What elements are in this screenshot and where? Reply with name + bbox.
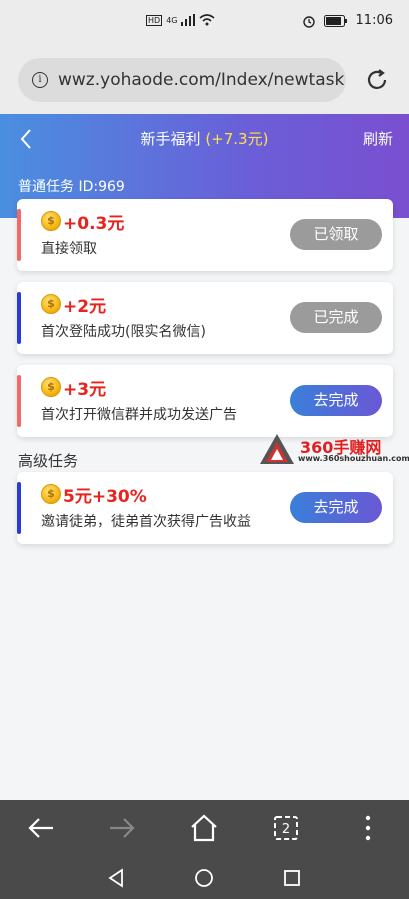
task-card: $ +3元 首次打开微信群并成功发送广告 去完成	[17, 365, 393, 437]
title-text: 新手福利	[140, 130, 201, 148]
task-button[interactable]: 已完成	[290, 302, 382, 333]
task-card: $ 5元+30% 邀请徒弟，徒弟首次获得广告收益 去完成	[17, 472, 393, 544]
title-bonus: (+7.3元)	[205, 130, 269, 148]
system-nav	[0, 856, 409, 899]
task-button[interactable]: 去完成	[290, 385, 382, 416]
coin-icon: $	[41, 484, 61, 504]
browser-bottom-nav: 2	[0, 800, 409, 856]
network-label: 4G	[166, 15, 178, 25]
coin-icon: $	[41, 211, 61, 231]
tabs-icon[interactable]: 2	[270, 812, 302, 844]
system-recents-icon[interactable]	[280, 866, 304, 890]
task-desc: 直接领取	[41, 241, 97, 257]
address-bar[interactable]: i wwz.yohaode.com/Index/newtask	[18, 58, 346, 102]
battery-icon	[323, 14, 347, 27]
wifi-icon	[199, 14, 216, 26]
coin-icon: $	[41, 294, 61, 314]
task-reward: 5元+30%	[63, 487, 147, 507]
home-icon[interactable]	[188, 812, 220, 844]
signal-icon	[181, 14, 196, 26]
task-stripe	[17, 482, 21, 534]
watermark-logo-icon	[260, 434, 294, 464]
nav-forward-icon[interactable]	[106, 812, 138, 844]
task-desc: 首次登陆成功(限实名微信)	[41, 324, 206, 340]
refresh-link[interactable]: 刷新	[363, 128, 393, 149]
status-bar: HD 4G 11:06	[0, 0, 409, 44]
task-reward: +3元	[63, 380, 107, 400]
section-title-advanced: 高级任务	[18, 452, 79, 470]
hd-badge: HD	[146, 14, 163, 26]
status-icons-right: 11:06	[302, 13, 393, 28]
system-back-icon[interactable]	[104, 866, 128, 890]
task-desc: 首次打开微信群并成功发送广告	[41, 407, 237, 423]
refresh-icon[interactable]	[365, 68, 389, 92]
task-button[interactable]: 去完成	[290, 492, 382, 523]
task-reward: +0.3元	[63, 214, 125, 234]
section-title-normal: 普通任务 ID:969	[18, 179, 125, 195]
task-button[interactable]: 已领取	[290, 219, 382, 250]
more-icon[interactable]	[352, 812, 384, 844]
nav-back-icon[interactable]	[25, 812, 57, 844]
coin-icon: $	[41, 377, 61, 397]
clock: 11:06	[355, 13, 393, 28]
task-stripe	[17, 375, 21, 427]
alarm-icon	[302, 15, 315, 28]
status-icons-left: HD 4G	[146, 14, 216, 26]
tab-count: 2	[282, 822, 290, 837]
task-card: $ +2元 首次登陆成功(限实名微信) 已完成	[17, 282, 393, 354]
info-icon[interactable]: i	[32, 72, 48, 88]
task-stripe	[17, 209, 21, 261]
url-text[interactable]: wwz.yohaode.com/Index/newtask	[58, 70, 344, 90]
task-stripe	[17, 292, 21, 344]
watermark: 360手赚网 www.360shouzhuan.com	[258, 432, 409, 468]
page-title: 新手福利 (+7.3元)	[0, 128, 409, 149]
browser-toolbar: i wwz.yohaode.com/Index/newtask	[0, 44, 409, 114]
task-reward: +2元	[63, 297, 107, 317]
system-home-icon[interactable]	[192, 866, 216, 890]
watermark-site: www.360shouzhuan.com	[298, 454, 409, 463]
task-desc: 邀请徒弟，徒弟首次获得广告收益	[41, 514, 251, 530]
task-card: $ +0.3元 直接领取 已领取	[17, 199, 393, 271]
